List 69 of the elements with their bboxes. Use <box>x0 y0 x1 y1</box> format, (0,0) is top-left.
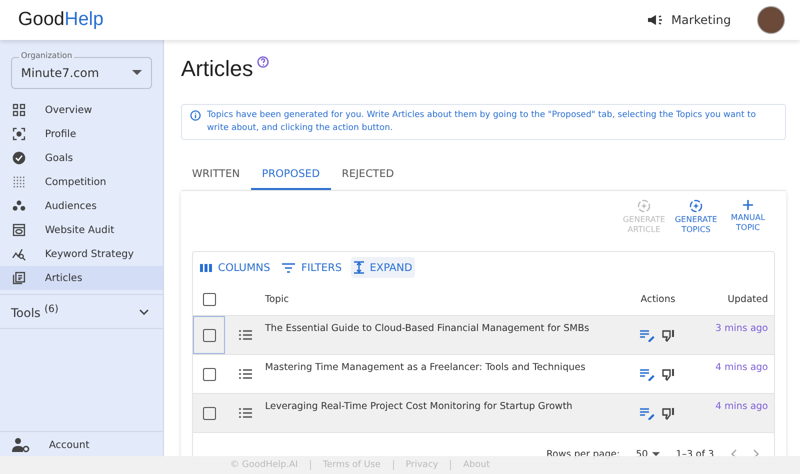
nav-item[interactable]: Audiences <box>0 194 163 218</box>
sparkle-refresh-icon <box>637 199 651 213</box>
updated-cell-text: 4 mins ago <box>714 361 769 375</box>
topic-cell-text: Mastering Time Management as a Freelancer: Tools and Techniques <box>265 361 586 375</box>
avatar[interactable] <box>757 6 785 34</box>
row-checkbox[interactable] <box>202 328 216 342</box>
nav-item[interactable]: Overview <box>0 98 163 122</box>
plus-icon <box>742 199 754 211</box>
check-icon <box>12 151 26 165</box>
nav-item[interactable]: Goals <box>0 146 163 170</box>
nav-item[interactable]: Articles <box>0 266 163 290</box>
help-icon[interactable] <box>257 56 270 68</box>
page-range: 1–3 of 3 <box>676 448 714 460</box>
logo: GoodHelp <box>18 9 104 31</box>
updated-cell-text: 3 mins ago <box>714 322 769 336</box>
rows-per-page-select[interactable]: 50 <box>636 448 660 460</box>
topic-cell-text: The Essential Guide to Cloud-Based Financial Management for SMBs <box>265 322 590 336</box>
list-icon <box>12 271 26 285</box>
list-icon <box>238 408 252 418</box>
dropdown-icon <box>132 70 142 76</box>
dots-icon <box>12 175 26 189</box>
thumbs-down-icon[interactable] <box>662 406 676 420</box>
megaphone-icon <box>647 13 664 27</box>
column-header[interactable]: Actions <box>622 294 694 304</box>
table-row[interactable]: Leveraging Real-Time Project Cost Monitoring for Startup Growth 4 mins ago <box>193 394 774 433</box>
tab[interactable]: WRITTEN <box>181 160 251 190</box>
people-icon <box>12 199 26 213</box>
list-icon <box>238 369 252 379</box>
browser-icon <box>12 223 26 237</box>
row-checkbox[interactable] <box>202 406 216 420</box>
action-button[interactable]: GENERATE TOPICS <box>674 199 718 245</box>
nav-item[interactable]: Competition <box>0 170 163 194</box>
nav-item[interactable]: Website Audit <box>0 218 163 242</box>
updated-cell-text: 4 mins ago <box>714 400 769 414</box>
user-settings-icon <box>12 437 30 453</box>
info-icon <box>190 110 201 121</box>
nav-item[interactable]: Keyword Strategy <box>0 242 163 266</box>
select-all-checkbox[interactable] <box>202 292 216 306</box>
column-header[interactable]: Topic <box>265 294 622 304</box>
toolbar-button[interactable]: EXPAND <box>350 257 416 278</box>
sparkle-refresh-icon <box>689 199 703 213</box>
edit-list-icon[interactable] <box>640 406 655 420</box>
focus-icon <box>12 127 26 141</box>
edit-list-icon[interactable] <box>640 368 655 380</box>
tab[interactable]: PROPOSED <box>250 160 331 190</box>
account-item[interactable]: Account <box>0 432 163 458</box>
filter-icon <box>282 262 296 272</box>
thumbs-down-icon[interactable] <box>662 368 676 380</box>
table-row[interactable]: The Essential Guide to Cloud-Based Financial Management for SMBs 3 mins ago <box>193 316 774 355</box>
row-checkbox[interactable] <box>202 368 216 380</box>
column-header[interactable]: Updated <box>694 294 774 304</box>
toolbar-button[interactable]: COLUMNS <box>197 257 274 278</box>
toolbar-button[interactable]: FILTERS <box>279 257 345 278</box>
columns-icon <box>200 262 212 272</box>
page-title: Articles <box>181 56 254 82</box>
tab[interactable]: REJECTED <box>330 160 405 190</box>
list-icon <box>238 330 252 340</box>
topic-cell-text: Leveraging Real-Time Project Cost Monitoring for Startup Growth <box>265 400 574 414</box>
tools-toggle[interactable]: Tools $^{(6)}$ <box>0 295 163 329</box>
chart-search-icon <box>12 247 26 261</box>
thumbs-down-icon[interactable] <box>662 328 676 342</box>
workspace-label[interactable]: Marketing <box>671 13 731 27</box>
info-text: Topics have been generated for you. Write Articles about them by going to the "Proposed" tab, selecting the Topics you want to write about, and clicking the action button. <box>207 109 757 135</box>
rows-per-page-label: Rows per page: <box>546 448 620 460</box>
grid-icon <box>12 103 26 117</box>
expand-icon <box>354 261 364 274</box>
action-button[interactable]: MANUAL TOPIC <box>726 199 770 245</box>
nav-item[interactable]: Profile <box>0 122 163 146</box>
edit-list-icon[interactable] <box>640 328 655 342</box>
